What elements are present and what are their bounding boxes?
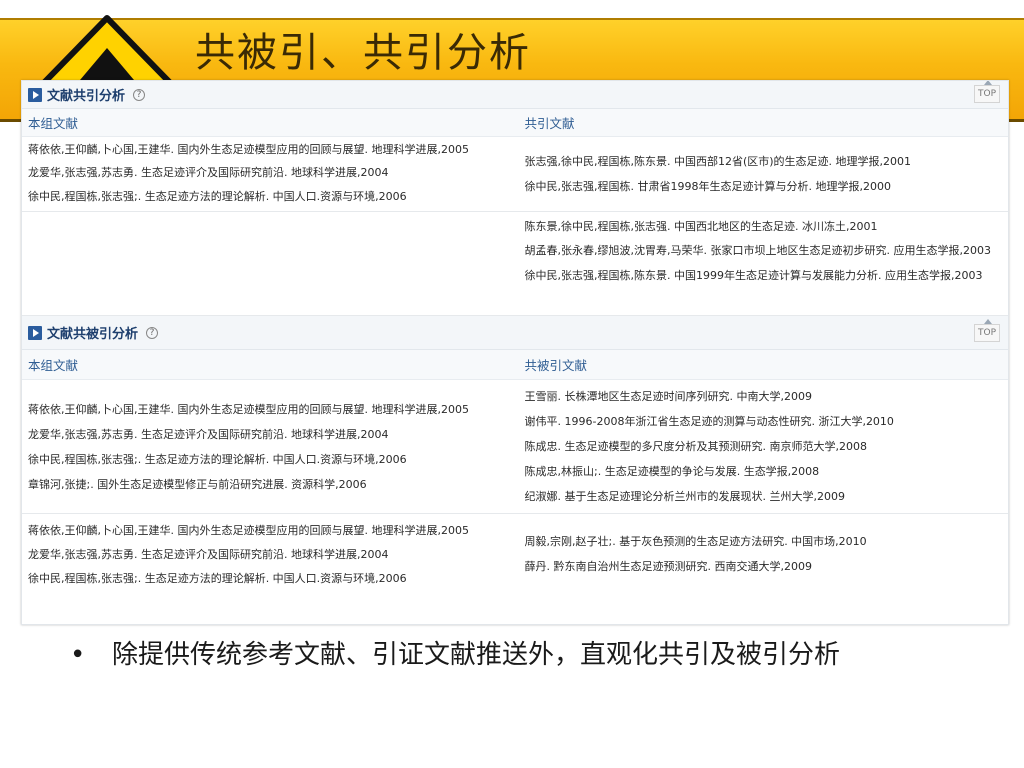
reference-link[interactable]: 纪淑娜. 基于生态足迹理论分析兰州市的发展现状. 兰州大学,2009 (525, 484, 1009, 509)
reference-link[interactable]: 徐中民,张志强,程国栋,陈东景. 中国1999年生态足迹计算与发展能力分析. 应… (525, 263, 1009, 288)
group-docs-cell: 蒋依依,王仰麟,卜心国,王建华. 国内外生态足迹模型应用的回顾与展望. 地理科学… (22, 514, 519, 594)
cocited-by-docs-cell: 王雪丽. 长株潭地区生态足迹时间序列研究. 中南大学,2009 谢伟平. 199… (519, 380, 1009, 513)
reference-link[interactable]: 张志强,徐中民,程国栋,陈东景. 中国西部12省(区市)的生态足迹. 地理学报,… (525, 149, 1009, 174)
reference-link[interactable]: 蒋依依,王仰麟,卜心国,王建华. 国内外生态足迹模型应用的回顾与展望. 地理科学… (28, 137, 519, 160)
reference-link[interactable]: 王雪丽. 长株潭地区生态足迹时间序列研究. 中南大学,2009 (525, 384, 1009, 409)
column-cocited-by-docs: 共被引文献 (524, 358, 588, 373)
cocited-column-header: 本组文献 共被引文献 (22, 350, 1008, 380)
reference-link[interactable]: 蒋依依,王仰麟,卜心国,王建华. 国内外生态足迹模型应用的回顾与展望. 地理科学… (28, 397, 519, 422)
section-arrow-icon (28, 325, 42, 340)
reference-link[interactable]: 周毅,宗刚,赵子壮;. 基于灰色预测的生态足迹方法研究. 中国市场,2010 (525, 529, 1009, 554)
help-icon[interactable]: ? (133, 88, 146, 101)
reference-link[interactable]: 薛丹. 黔东南自治州生态足迹预测研究. 西南交通大学,2009 (525, 554, 1009, 579)
table-row: 陈东景,徐中民,程国栋,张志强. 中国西北地区的生态足迹. 冰川冻土,2001 … (22, 212, 1008, 316)
citation-analysis-panel: 文献共引分析 ? TOP 本组文献 共引文献 蒋依依,王仰麟,卜心国,王建华. … (21, 80, 1009, 625)
cocited-by-docs-cell: 周毅,宗刚,赵子壮;. 基于灰色预测的生态足迹方法研究. 中国市场,2010 薛… (519, 514, 1009, 594)
column-cocited-docs: 共引文献 (524, 116, 575, 131)
cocited-section-title: 文献共被引分析 (47, 327, 139, 342)
table-row: 蒋依依,王仰麟,卜心国,王建华. 国内外生态足迹模型应用的回顾与展望. 地理科学… (22, 380, 1008, 514)
reference-link[interactable]: 谢伟平. 1996-2008年浙江省生态足迹的测算与动态性研究. 浙江大学,20… (525, 409, 1009, 434)
reference-link[interactable]: 龙爱华,张志强,苏志勇. 生态足迹评介及国际研究前沿. 地球科学进展,2004 (28, 422, 519, 447)
back-to-top-button[interactable]: TOP (974, 81, 1000, 103)
section-arrow-icon (28, 87, 42, 102)
group-docs-cell (22, 212, 519, 315)
table-row: 蒋依依,王仰麟,卜心国,王建华. 国内外生态足迹模型应用的回顾与展望. 地理科学… (22, 514, 1008, 594)
reference-link[interactable]: 陈东景,徐中民,程国栋,张志强. 中国西北地区的生态足迹. 冰川冻土,2001 (525, 214, 1009, 239)
table-row: 蒋依依,王仰麟,卜心国,王建华. 国内外生态足迹模型应用的回顾与展望. 地理科学… (22, 137, 1008, 212)
group-docs-cell: 蒋依依,王仰麟,卜心国,王建华. 国内外生态足迹模型应用的回顾与展望. 地理科学… (22, 137, 519, 211)
column-group-docs: 本组文献 (28, 116, 79, 131)
back-to-top-button[interactable]: TOP (974, 319, 1000, 342)
bullet-text: 除提供传统参考文献、引证文献推送外，直观化共引及被引分析 (112, 640, 841, 670)
reference-link[interactable]: 陈成忠. 生态足迹模型的多尺度分析及其预测研究. 南京师范大学,2008 (525, 434, 1009, 459)
help-icon[interactable]: ? (146, 326, 159, 339)
bullet-marker: • (70, 640, 86, 670)
reference-link[interactable]: 胡孟春,张永春,缪旭波,沈胃寿,马荣华. 张家口市坝上地区生态足迹初步研究. 应… (525, 239, 995, 263)
reference-link[interactable]: 章锦河,张捷;. 国外生态足迹模型修正与前沿研究进展. 资源科学,2006 (28, 472, 519, 497)
column-group-docs: 本组文献 (28, 358, 79, 373)
cocited-docs-cell: 张志强,徐中民,程国栋,陈东景. 中国西部12省(区市)的生态足迹. 地理学报,… (519, 137, 1009, 211)
reference-link[interactable]: 陈成忠,林振山;. 生态足迹模型的争论与发展. 生态学报,2008 (525, 459, 1009, 484)
cocitation-column-header: 本组文献 共引文献 (22, 109, 1008, 137)
slide-bullet: • 除提供传统参考文献、引证文献推送外，直观化共引及被引分析 (70, 636, 930, 674)
cocitation-section-header: 文献共引分析 ? TOP (22, 81, 1008, 109)
reference-link[interactable]: 徐中民,程国栋,张志强;. 生态足迹方法的理论解析. 中国人口.资源与环境,20… (28, 566, 519, 590)
cocited-section-header: 文献共被引分析 ? TOP (22, 316, 1008, 350)
cocited-docs-cell: 陈东景,徐中民,程国栋,张志强. 中国西北地区的生态足迹. 冰川冻土,2001 … (519, 212, 1009, 315)
reference-link[interactable]: 龙爱华,张志强,苏志勇. 生态足迹评介及国际研究前沿. 地球科学进展,2004 (28, 160, 519, 183)
slide-title: 共被引、共引分析 (195, 30, 531, 76)
reference-link[interactable]: 徐中民,程国栋,张志强;. 生态足迹方法的理论解析. 中国人口.资源与环境,20… (28, 447, 519, 472)
reference-link[interactable]: 徐中民,程国栋,张志强;. 生态足迹方法的理论解析. 中国人口.资源与环境,20… (28, 184, 519, 207)
reference-link[interactable]: 龙爱华,张志强,苏志勇. 生态足迹评介及国际研究前沿. 地球科学进展,2004 (28, 542, 519, 566)
reference-link[interactable]: 蒋依依,王仰麟,卜心国,王建华. 国内外生态足迹模型应用的回顾与展望. 地理科学… (28, 518, 519, 542)
cocitation-section-title: 文献共引分析 (47, 89, 126, 104)
group-docs-cell: 蒋依依,王仰麟,卜心国,王建华. 国内外生态足迹模型应用的回顾与展望. 地理科学… (22, 380, 519, 513)
reference-link[interactable]: 徐中民,张志强,程国栋. 甘肃省1998年生态足迹计算与分析. 地理学报,200… (525, 174, 1009, 199)
